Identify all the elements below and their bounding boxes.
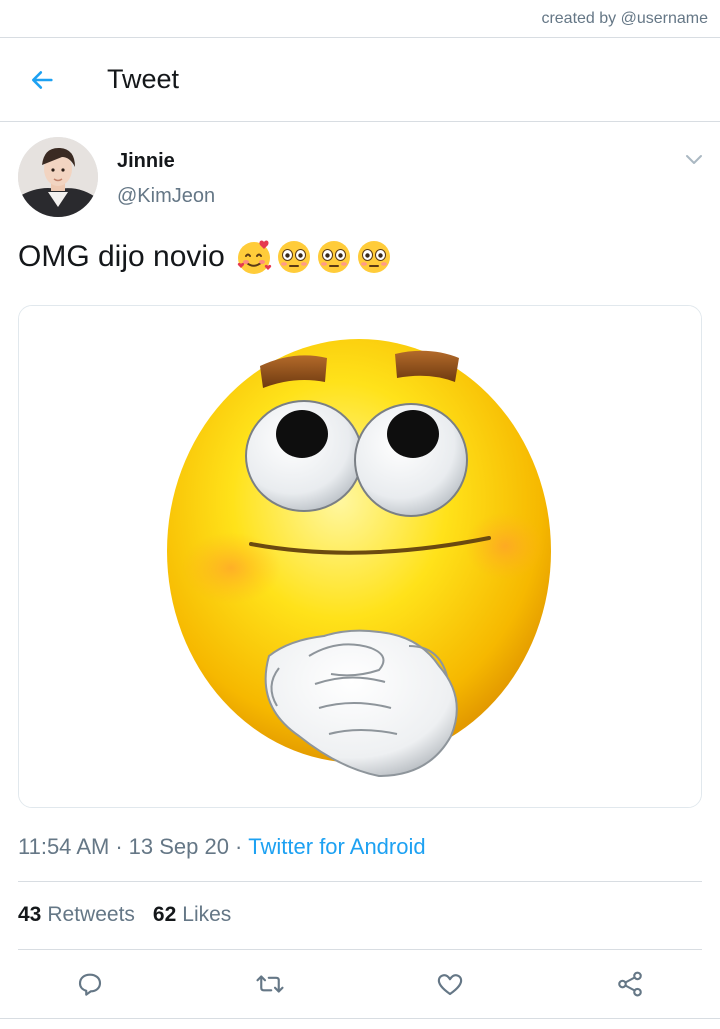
author-handle[interactable]: @KimJeon (117, 185, 215, 208)
like-button[interactable] (428, 962, 472, 1006)
flushed-face-emoji (317, 241, 350, 273)
bottom-divider (0, 1018, 720, 1019)
action-bar (0, 962, 720, 1006)
avatar-image (18, 137, 98, 217)
meta-separator: · (115, 834, 123, 859)
meta-separator: · (234, 834, 243, 859)
retweet-icon (256, 975, 284, 993)
tweet-detail-screen: created by @username Tweet Jinnie @KimJe… (0, 0, 720, 1029)
stats-divider (18, 949, 702, 950)
likes-stat[interactable]: 62 Likes (153, 903, 231, 927)
retweet-button[interactable] (248, 962, 292, 1006)
top-bar: Tweet (0, 38, 720, 121)
tweet-text: OMG dijo novio (18, 240, 225, 273)
page-title: Tweet (107, 64, 180, 94)
tweet-source-link[interactable]: Twitter for Android (248, 834, 425, 859)
tweet-meta: 11:54 AM · 13 Sep 20 · Twitter for Android (18, 834, 426, 860)
praying-smiley-image (19, 306, 701, 807)
smiling-face-with-hearts-emoji (237, 240, 271, 274)
arrow-left-icon (31, 71, 53, 89)
likes-count: 62 (152, 903, 177, 926)
flushed-face-emoji (357, 241, 390, 273)
tweet-time: 11:54 AM (18, 834, 110, 859)
share-button[interactable] (608, 962, 652, 1006)
chevron-down-icon (686, 155, 702, 164)
emoji-group (235, 238, 393, 276)
share-icon (618, 971, 642, 997)
retweets-count: 43 (18, 903, 42, 926)
author-name[interactable]: Jinnie (117, 150, 175, 173)
retweets-stat[interactable]: 43 Retweets (18, 903, 135, 927)
watermark-text: created by @username (541, 10, 708, 27)
back-button[interactable] (22, 60, 62, 100)
likes-label: Likes (182, 903, 232, 926)
retweets-label: Retweets (47, 903, 135, 926)
reply-button[interactable] (68, 962, 112, 1006)
like-icon (437, 974, 463, 996)
header-divider (0, 121, 720, 122)
avatar[interactable] (18, 137, 98, 217)
tweet-date: 13 Sep 20 (128, 834, 229, 859)
meta-divider (18, 881, 702, 882)
tweet-stats: 43 Retweets 62 Likes (18, 903, 231, 927)
flushed-face-emoji (277, 241, 310, 273)
tweet-media-image[interactable] (18, 305, 702, 808)
more-options-button[interactable] (680, 148, 708, 172)
tweet-body: OMG dijo novio (18, 238, 393, 276)
reply-icon (78, 973, 102, 996)
